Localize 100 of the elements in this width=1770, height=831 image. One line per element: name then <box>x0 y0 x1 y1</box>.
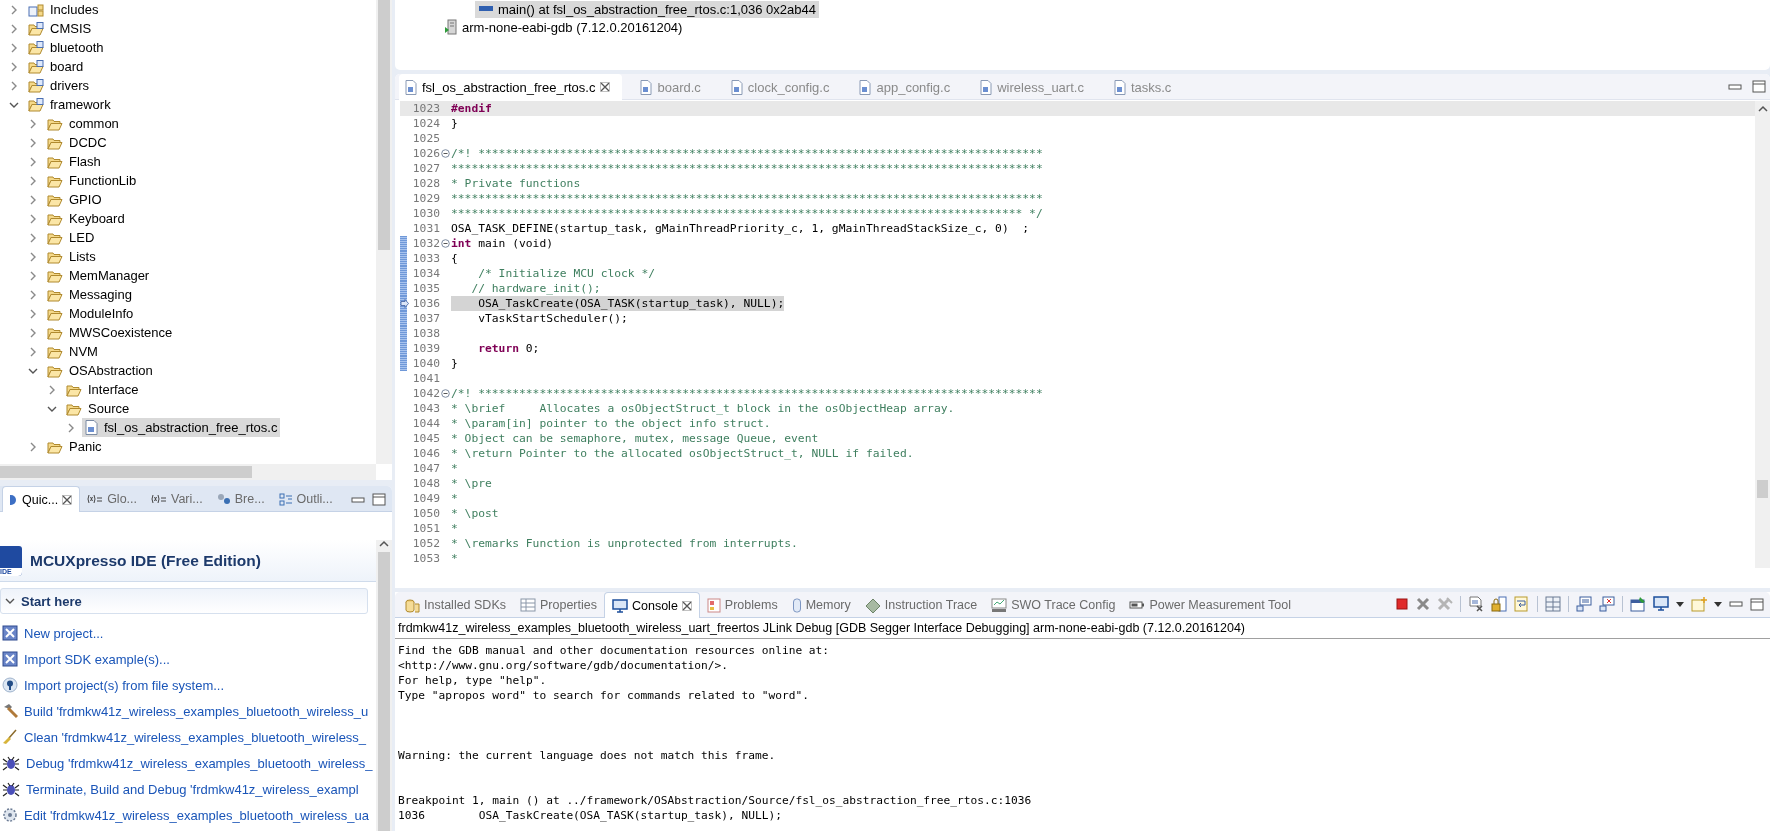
tree-item[interactable]: MemManager <box>44 266 153 285</box>
chevron-right-icon[interactable] <box>9 61 19 72</box>
view-tab[interactable]: Power Measurement Tool <box>1122 593 1298 617</box>
chevron-right-icon[interactable] <box>28 289 38 300</box>
view-tab[interactable]: Vari... <box>144 487 210 511</box>
action-link[interactable]: Build 'frdmkw41z_wireless_examples_bluetooth_wireless_u <box>2 698 376 724</box>
chevron-right-icon[interactable] <box>9 23 19 34</box>
view-tab[interactable]: Instruction Trace <box>857 593 985 617</box>
chevron-right-icon[interactable] <box>28 194 38 205</box>
tree-item[interactable]: DCDC <box>44 133 110 152</box>
chevron-right-icon[interactable] <box>28 213 38 224</box>
chevron-right-icon[interactable] <box>28 308 38 319</box>
caret-icon[interactable] <box>1676 601 1684 607</box>
scrollbar-thumb[interactable] <box>1757 480 1768 498</box>
debug-tree-item[interactable]: main() at fsl_os_abstraction_free_rtos.c:1,036 0x2ab44 <box>475 0 819 18</box>
scrollbar[interactable] <box>376 540 392 831</box>
chevron-right-icon[interactable] <box>28 327 38 338</box>
tree-item[interactable]: Interface <box>63 380 142 399</box>
maximize-icon[interactable] <box>1750 597 1764 611</box>
view-tab[interactable]: Quic... <box>2 486 81 512</box>
tree-item[interactable]: bluetooth <box>25 38 107 57</box>
editor-tab[interactable]: fsl_os_abstraction_free_rtos.c <box>399 74 623 100</box>
tree-item[interactable]: MWSCoexistence <box>44 323 176 342</box>
view-tab[interactable]: SWO Trace Config <box>984 593 1123 617</box>
lock-icon[interactable] <box>1491 596 1507 612</box>
tree-item[interactable]: board <box>25 57 87 76</box>
tree-item[interactable]: CMSIS <box>25 19 95 38</box>
minimize-icon[interactable] <box>1728 83 1742 90</box>
maximize-icon[interactable] <box>372 493 386 506</box>
collapse-icon[interactable] <box>441 239 450 248</box>
action-link[interactable]: Clean 'frdmkw41z_wireless_examples_bluetooth_wireless_ <box>2 724 376 750</box>
new-window-icon[interactable] <box>1691 596 1707 612</box>
tree-item[interactable]: GPIO <box>44 190 105 209</box>
chevron-right-icon[interactable] <box>9 42 19 53</box>
view-tab[interactable]: Installed SDKs <box>397 593 513 617</box>
chevron-down-icon[interactable] <box>5 597 15 605</box>
view-tab[interactable]: Properties <box>513 593 604 617</box>
tree-item[interactable]: Panic <box>44 437 105 456</box>
view-tab[interactable]: Outli... <box>271 487 340 511</box>
collapse-icon[interactable] <box>441 149 450 158</box>
chevron-down-icon[interactable] <box>47 404 57 413</box>
view-tab[interactable]: Problems <box>699 593 785 617</box>
tree-item[interactable]: NVM <box>44 342 101 361</box>
chevron-down-icon[interactable] <box>28 366 38 375</box>
tree-item[interactable]: Lists <box>44 247 99 266</box>
tree-item[interactable]: Keyboard <box>44 209 128 228</box>
chevron-right-icon[interactable] <box>28 175 38 186</box>
tree-item[interactable]: drivers <box>25 76 92 95</box>
collapse-icon[interactable] <box>441 389 450 398</box>
tree-item[interactable]: OSAbstraction <box>44 361 156 380</box>
tree-item[interactable]: LED <box>44 228 98 247</box>
caret-icon[interactable] <box>1714 601 1722 607</box>
view-tab[interactable]: Glo... <box>80 487 144 511</box>
tree-item[interactable]: ModuleInfo <box>44 304 137 323</box>
tree-item[interactable]: Includes <box>25 0 102 19</box>
stop-icon[interactable] <box>1395 597 1409 611</box>
chevron-right-icon[interactable] <box>47 384 57 395</box>
tree-item[interactable]: Source <box>63 399 133 418</box>
view-tab[interactable]: Console <box>603 592 700 618</box>
scrollbar[interactable] <box>376 0 392 464</box>
chevron-right-icon[interactable] <box>9 80 19 91</box>
word-wrap-icon[interactable] <box>1514 596 1530 612</box>
monitor-icon[interactable] <box>1653 596 1669 612</box>
error-bubble-icon[interactable] <box>1599 596 1615 612</box>
action-link[interactable]: Terminate, Build and Debug 'frdmkw41z_wireless_exampl <box>2 776 376 802</box>
chevron-right-icon[interactable] <box>28 346 38 357</box>
chevron-right-icon[interactable] <box>28 232 38 243</box>
remove-all-icon[interactable] <box>1437 597 1453 611</box>
scroll-up-icon[interactable] <box>379 540 389 548</box>
maximize-icon[interactable] <box>1752 80 1766 93</box>
tree-item[interactable]: framework <box>25 95 114 114</box>
scrollbar[interactable] <box>0 464 376 480</box>
tree-item[interactable]: Messaging <box>44 285 135 304</box>
action-link[interactable]: Debug 'frdmkw41z_wireless_examples_bluetooth_wireless_ <box>2 750 376 776</box>
tree-item[interactable]: FunctionLib <box>44 171 140 190</box>
chevron-right-icon[interactable] <box>28 270 38 281</box>
action-link[interactable]: New project... <box>2 620 376 646</box>
chevron-down-icon[interactable] <box>9 100 19 109</box>
clear-console-icon[interactable] <box>1468 596 1484 612</box>
section-header[interactable]: Start here <box>0 588 368 614</box>
close-icon[interactable] <box>600 82 611 92</box>
scroll-up-icon[interactable] <box>1757 105 1768 113</box>
chevron-right-icon[interactable] <box>66 422 76 433</box>
view-tab[interactable]: Memory <box>784 593 858 617</box>
close-icon[interactable] <box>62 494 73 505</box>
chevron-right-icon[interactable] <box>28 137 38 148</box>
action-link[interactable]: Import project(s) from file system... <box>2 672 376 698</box>
display-selected-icon[interactable] <box>1545 596 1561 612</box>
debug-tree-item[interactable]: arm-none-eabi-gdb (7.12.0.20161204) <box>441 18 686 36</box>
chevron-right-icon[interactable] <box>28 118 38 129</box>
chevron-right-icon[interactable] <box>9 4 19 15</box>
tree-item[interactable]: common <box>44 114 122 133</box>
chevron-right-icon[interactable] <box>28 251 38 262</box>
minimize-icon[interactable] <box>351 496 365 503</box>
view-tab[interactable]: Bre... <box>209 487 272 511</box>
tree-item[interactable]: fsl_os_abstraction_free_rtos.c <box>82 418 281 437</box>
close-icon[interactable] <box>681 600 692 611</box>
tree-item[interactable]: Flash <box>44 152 104 171</box>
chevron-right-icon[interactable] <box>28 441 38 452</box>
speech-bubble-icon[interactable] <box>1576 596 1592 612</box>
